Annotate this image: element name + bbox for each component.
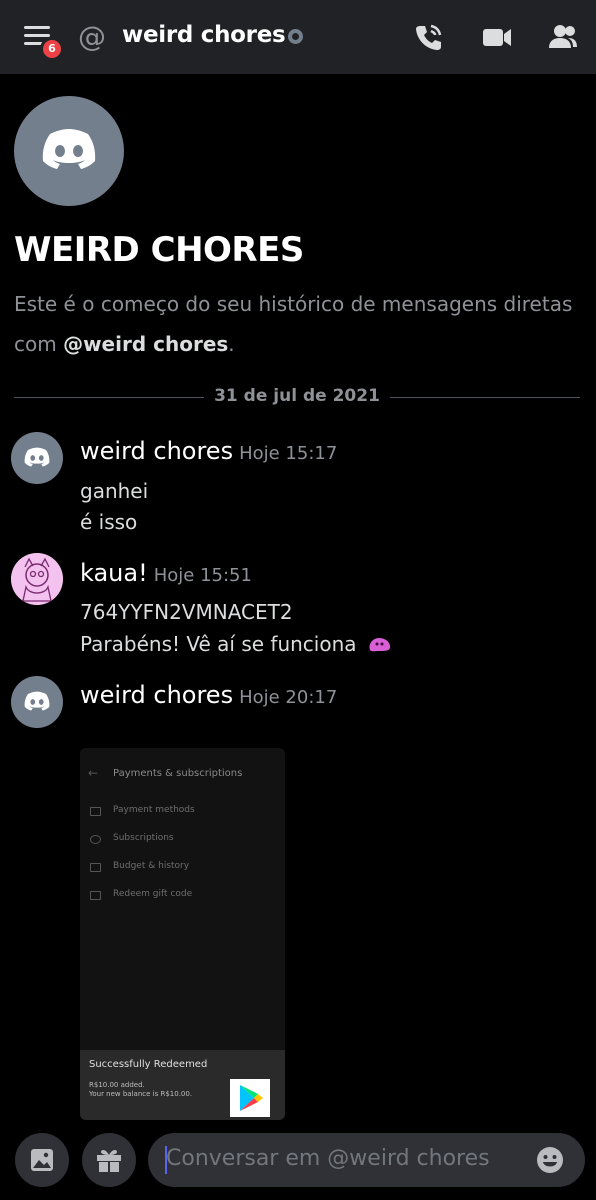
toast-line: Your new balance is R$10.00.: [89, 1090, 193, 1098]
refresh-icon: [90, 835, 101, 844]
discord-logo-icon: [24, 691, 50, 711]
gift-code-icon: [90, 891, 101, 900]
offline-status-icon: [288, 29, 303, 44]
message-avatar[interactable]: [11, 676, 63, 728]
members-icon[interactable]: [546, 20, 580, 54]
message-header: kaua! Hoje 15:51: [80, 559, 252, 587]
google-play-logo-icon: [230, 1079, 270, 1117]
toast-title: Successfully Redeemed: [89, 1059, 208, 1070]
message-text: é isso: [80, 510, 138, 534]
message-author[interactable]: kaua!: [80, 559, 148, 587]
emoji-icon[interactable]: [535, 1145, 565, 1175]
message-timestamp: Hoje 20:17: [239, 687, 338, 708]
discord-logo-icon: [24, 447, 50, 467]
attachment-menu-item: Subscriptions: [90, 833, 280, 849]
message-text: 764YYFN2VMNACET2: [80, 600, 293, 624]
intro-mention[interactable]: @weird chores: [63, 332, 228, 356]
message-text-with-emoji: Parabéns! Vê aí se funciona: [80, 632, 393, 656]
channel-title[interactable]: weird chores: [122, 22, 286, 48]
card-icon: [90, 807, 101, 816]
image-icon: [31, 1149, 53, 1171]
dm-intro-title: WEIRD CHORES: [14, 230, 304, 270]
attachment-menu-label: Subscriptions: [113, 833, 174, 843]
redeemed-toast: Successfully Redeemed R$10.00 added. You…: [80, 1050, 285, 1120]
phone-call-icon[interactable]: [412, 20, 446, 54]
user-drawing-avatar-icon: [11, 553, 63, 605]
attachment-title: Payments & subscriptions: [113, 768, 243, 779]
image-attachment[interactable]: ← Payments & subscriptions Payment metho…: [80, 748, 285, 1120]
attachment-menu-label: Budget & history: [113, 861, 190, 871]
message-avatar[interactable]: [11, 553, 63, 605]
message-header: weird chores Hoje 15:17: [80, 437, 337, 465]
gift-button[interactable]: [82, 1133, 136, 1187]
message-timestamp: Hoje 15:17: [239, 443, 338, 464]
message-input-placeholder: Conversar em @weird chores: [166, 1146, 490, 1171]
list-icon: [90, 863, 101, 872]
attachment-header: ← Payments & subscriptions: [80, 760, 285, 790]
message-avatar[interactable]: [11, 432, 63, 484]
message-timestamp: Hoje 15:51: [153, 565, 252, 586]
attachment-menu-label: Redeem gift code: [113, 889, 193, 899]
message-author[interactable]: weird chores: [80, 437, 233, 465]
date-divider: 31 de jul de 2021: [14, 384, 580, 410]
at-sign-icon: @: [78, 20, 106, 53]
unread-badge: 6: [40, 37, 64, 61]
dm-avatar[interactable]: [14, 96, 124, 206]
message-input[interactable]: Conversar em @weird chores: [148, 1133, 585, 1187]
divider-date: 31 de jul de 2021: [204, 386, 390, 406]
video-camera-icon[interactable]: [480, 20, 514, 54]
top-bar: 6 @ weird chores: [0, 0, 596, 74]
attachment-menu-label: Payment methods: [113, 805, 195, 815]
dm-intro-text: Este é o começo do seu histórico de mens…: [14, 284, 574, 364]
attachment-menu-item: Redeem gift code: [90, 889, 280, 905]
back-arrow-icon: ←: [88, 766, 99, 780]
gift-icon: [97, 1150, 121, 1172]
discord-logo-icon: [42, 129, 96, 169]
attach-image-button[interactable]: [15, 1133, 69, 1187]
attachment-menu-item: Payment methods: [90, 805, 280, 821]
attachment-menu-item: Budget & history: [90, 861, 280, 877]
message-text: ganhei: [80, 479, 149, 503]
slime-emoji-icon: [369, 638, 391, 652]
toast-line: R$10.00 added.: [89, 1081, 145, 1089]
intro-text-suffix: .: [228, 332, 235, 356]
message-text: Parabéns! Vê aí se funciona: [80, 632, 357, 656]
message-header: weird chores Hoje 20:17: [80, 681, 337, 709]
message-author[interactable]: weird chores: [80, 681, 233, 709]
